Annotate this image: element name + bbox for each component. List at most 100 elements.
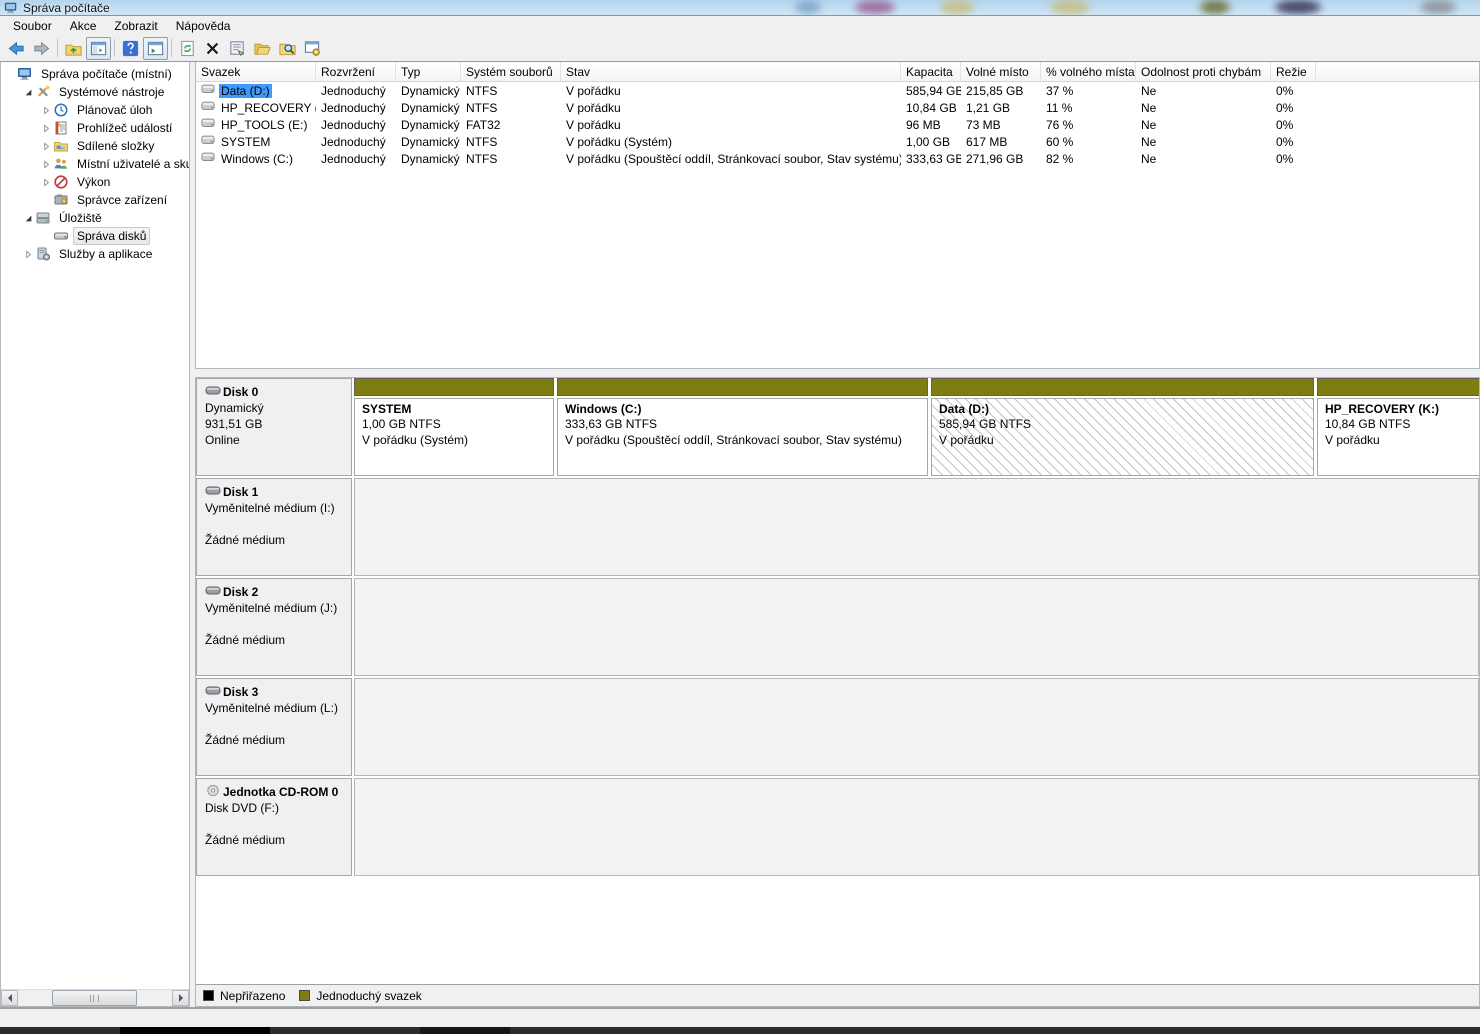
partition-block[interactable]: Windows (C:)333,63 GB NTFSV pořádku (Spo… bbox=[557, 378, 928, 476]
no-media-area[interactable] bbox=[354, 678, 1479, 776]
volume-row[interactable]: Windows (C:)JednoduchýDynamickýNTFSV poř… bbox=[196, 150, 1479, 167]
expander-expanded-icon[interactable] bbox=[22, 212, 35, 224]
sidebar-item[interactable]: Úložiště bbox=[1, 209, 189, 227]
tree-horizontal-scrollbar[interactable] bbox=[1, 989, 189, 1006]
refresh-button[interactable] bbox=[175, 37, 200, 60]
sidebar-item[interactable]: Místní uživatelé a skupiny bbox=[1, 155, 189, 173]
disk-label-panel[interactable]: Disk 3Vyměnitelné médium (L:) Žádné médi… bbox=[196, 678, 352, 776]
disk-label-panel[interactable]: Jednotka CD-ROM 0Disk DVD (F:) Žádné méd… bbox=[196, 778, 352, 876]
sidebar-item-label: Sdílené složky bbox=[73, 137, 158, 155]
volume-cell: Dynamický bbox=[396, 152, 461, 166]
disk-row: Disk 3Vyměnitelné médium (L:) Žádné médi… bbox=[196, 678, 1479, 776]
column-header[interactable]: Systém souborů bbox=[461, 62, 561, 81]
scrollbar-track[interactable] bbox=[18, 990, 172, 1006]
volume-row[interactable]: Data (D:)JednoduchýDynamickýNTFSV pořádk… bbox=[196, 82, 1479, 99]
volume-cell: Jednoduchý bbox=[316, 135, 396, 149]
find-button[interactable] bbox=[275, 37, 300, 60]
sidebar-item[interactable]: Služby a aplikace bbox=[1, 245, 189, 263]
help-button[interactable] bbox=[118, 37, 143, 60]
volume-cell: 215,85 GB bbox=[961, 84, 1041, 98]
sidebar-item[interactable]: Plánovač úloh bbox=[1, 101, 189, 119]
sidebar-item[interactable]: Sdílené složky bbox=[1, 137, 189, 155]
no-media-area[interactable] bbox=[354, 778, 1479, 876]
partition-block[interactable]: SYSTEM1,00 GB NTFSV pořádku (Systém) bbox=[354, 378, 554, 476]
volume-row[interactable]: SYSTEMJednoduchýDynamickýNTFSV pořádku (… bbox=[196, 133, 1479, 150]
volume-cell: 11 % bbox=[1041, 101, 1136, 115]
menu-item[interactable]: Soubor bbox=[4, 17, 61, 35]
menu-item[interactable]: Zobrazit bbox=[105, 17, 166, 35]
column-header[interactable]: Volné místo bbox=[961, 62, 1041, 81]
window-icon bbox=[4, 1, 18, 15]
volume-icon bbox=[201, 117, 215, 132]
partition-status: V pořádku bbox=[1325, 432, 1479, 448]
sidebar-item-label: Úložiště bbox=[55, 209, 106, 227]
column-header[interactable]: Stav bbox=[561, 62, 901, 81]
users-icon bbox=[53, 156, 70, 172]
scroll-left-button[interactable] bbox=[1, 990, 18, 1006]
disk-label-panel[interactable]: Disk 2Vyměnitelné médium (J:) Žádné médi… bbox=[196, 578, 352, 676]
scrollbar-thumb[interactable] bbox=[52, 990, 137, 1006]
back-icon bbox=[7, 39, 26, 58]
disk-label-panel[interactable]: Disk 0Dynamický931,51 GBOnline bbox=[196, 378, 352, 476]
console-settings-button[interactable] bbox=[300, 37, 325, 60]
delete-button[interactable] bbox=[200, 37, 225, 60]
no-media-area[interactable] bbox=[354, 578, 1479, 676]
menu-item[interactable]: Akce bbox=[61, 17, 106, 35]
disk-info-line: Žádné médium bbox=[205, 832, 345, 848]
disk-name-text: Jednotka CD-ROM 0 bbox=[223, 785, 338, 799]
volume-cell: 37 % bbox=[1041, 84, 1136, 98]
taskbar-segment bbox=[420, 1027, 510, 1034]
column-header[interactable]: Rozvržení bbox=[316, 62, 396, 81]
sidebar-item[interactable]: Správce zařízení bbox=[1, 191, 189, 209]
open-folder-button[interactable] bbox=[250, 37, 275, 60]
column-header[interactable]: Typ bbox=[396, 62, 461, 81]
sidebar-item[interactable]: Správa počítače (místní) bbox=[1, 65, 189, 83]
status-bar bbox=[0, 1007, 1480, 1027]
expander-collapsed-icon[interactable] bbox=[40, 140, 53, 152]
column-header[interactable]: Režie bbox=[1271, 62, 1316, 81]
expander-collapsed-icon[interactable] bbox=[40, 104, 53, 116]
volume-cell: V pořádku bbox=[561, 84, 901, 98]
partition-block[interactable]: Data (D:)585,94 GB NTFSV pořádku bbox=[931, 378, 1314, 476]
sidebar-item[interactable]: Prohlížeč událostí bbox=[1, 119, 189, 137]
volume-name: HP_RECOVERY (K:) bbox=[219, 101, 316, 115]
sidebar-item[interactable]: Systémové nástroje bbox=[1, 83, 189, 101]
volume-cell: Dynamický bbox=[396, 135, 461, 149]
column-header[interactable]: Odolnost proti chybám bbox=[1136, 62, 1271, 81]
volume-list: SvazekRozvrženíTypSystém souborůStavKapa… bbox=[195, 62, 1480, 369]
expander-collapsed-icon[interactable] bbox=[40, 176, 53, 188]
horizontal-splitter[interactable] bbox=[195, 369, 1480, 377]
console-tree-button[interactable] bbox=[86, 37, 111, 60]
volume-cell: Ne bbox=[1136, 135, 1271, 149]
back-button[interactable] bbox=[4, 37, 29, 60]
expander-collapsed-icon[interactable] bbox=[22, 248, 35, 260]
expander-expanded-icon[interactable] bbox=[22, 86, 35, 98]
column-header[interactable]: % volného místa bbox=[1041, 62, 1136, 81]
disk-label-panel[interactable]: Disk 1Vyměnitelné médium (I:) Žádné médi… bbox=[196, 478, 352, 576]
expander-collapsed-icon[interactable] bbox=[40, 122, 53, 134]
volume-row[interactable]: HP_RECOVERY (K:)JednoduchýDynamickýNTFSV… bbox=[196, 99, 1479, 116]
properties-button[interactable] bbox=[225, 37, 250, 60]
forward-icon bbox=[32, 39, 51, 58]
disk-name-text: Disk 0 bbox=[223, 385, 258, 399]
disk-row: Disk 2Vyměnitelné médium (J:) Žádné médi… bbox=[196, 578, 1479, 676]
hard-disk-icon bbox=[205, 584, 223, 600]
menu-item[interactable]: Nápověda bbox=[167, 17, 240, 35]
volume-row[interactable]: HP_TOOLS (E:)JednoduchýDynamickýFAT32V p… bbox=[196, 116, 1479, 133]
scroll-right-button[interactable] bbox=[172, 990, 189, 1006]
volume-cell: 617 MB bbox=[961, 135, 1041, 149]
column-header[interactable]: Svazek bbox=[196, 62, 316, 81]
volume-name-cell: Data (D:) bbox=[196, 83, 316, 98]
hard-disk-icon bbox=[205, 384, 223, 400]
sidebar-item[interactable]: Výkon bbox=[1, 173, 189, 191]
partition-block[interactable]: HP_RECOVERY (K:)10,84 GB NTFSV pořádku bbox=[1317, 378, 1479, 476]
forward-button[interactable] bbox=[29, 37, 54, 60]
up-folder-button[interactable] bbox=[61, 37, 86, 60]
show-window-button[interactable] bbox=[143, 37, 168, 60]
no-media-area[interactable] bbox=[354, 478, 1479, 576]
expander-collapsed-icon[interactable] bbox=[40, 158, 53, 170]
volume-cell: Ne bbox=[1136, 84, 1271, 98]
sidebar-item[interactable]: Správa disků bbox=[1, 227, 189, 245]
column-header[interactable]: Kapacita bbox=[901, 62, 961, 81]
volume-cell: NTFS bbox=[461, 84, 561, 98]
